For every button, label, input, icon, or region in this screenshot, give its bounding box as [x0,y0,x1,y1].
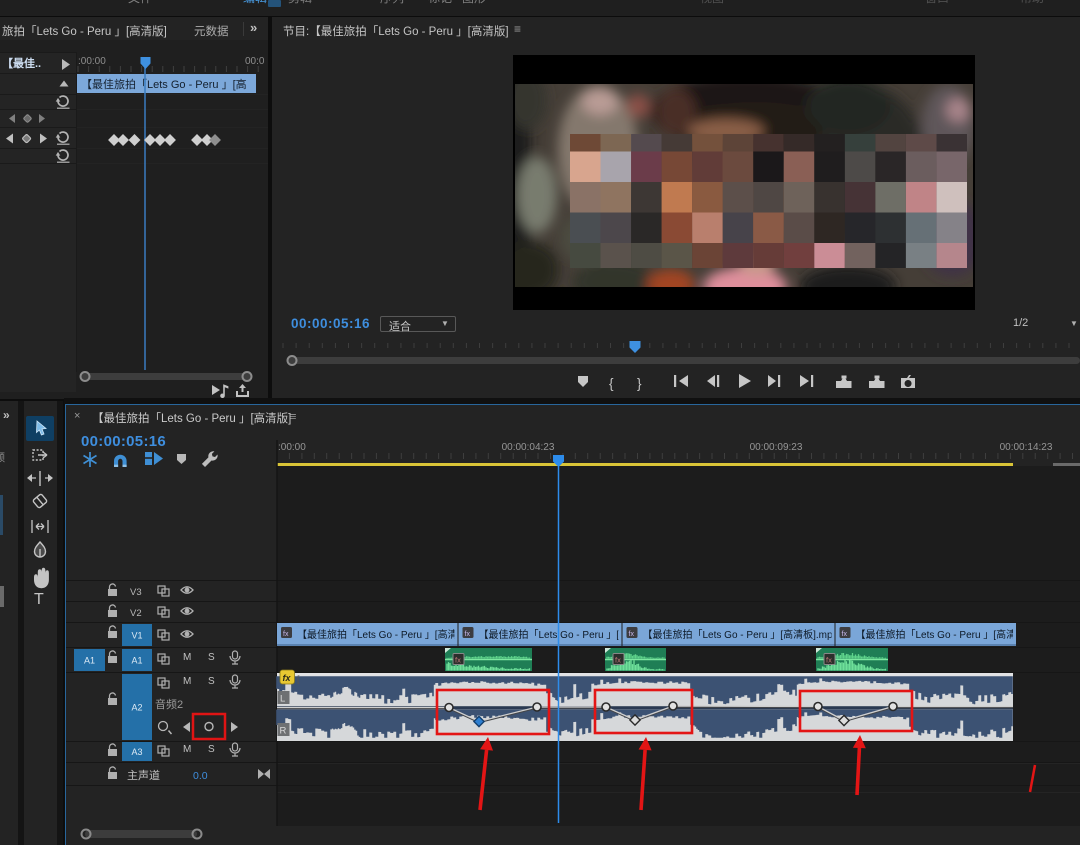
svg-text:A1: A1 [131,656,142,666]
svg-text:A2: A2 [131,703,142,713]
svg-text:音频2: 音频2 [155,697,183,711]
svg-text:{: { [609,376,614,391]
svg-text:【最佳旅拍「Lets Go - Peru 」[高清版: 【最佳旅拍「Lets Go - Peru 」[高清版 [297,628,468,641]
svg-text:A3: A3 [131,747,142,757]
svg-text:S: S [208,744,215,755]
svg-text:【最佳旅拍「Lets Go - Peru 」[高: 【最佳旅拍「Lets Go - Peru 」[高 [81,77,247,91]
svg-text:0.0: 0.0 [193,770,208,782]
svg-text:00:00:14:23: 00:00:14:23 [1000,442,1053,453]
svg-text:主声道: 主声道 [127,768,160,782]
svg-text:S: S [208,652,215,663]
svg-text:【最佳旅拍「Lets Go - Peru 」[高: 【最佳旅拍「Lets Go - Peru 」[高 [479,628,630,641]
svg-text:fx: fx [283,673,292,683]
svg-text:fx: fx [615,656,621,665]
svg-text:R: R [280,726,287,737]
svg-text:fx: fx [283,631,289,638]
svg-text:00:00:04:23: 00:00:04:23 [502,442,555,453]
svg-text:V1: V1 [131,631,142,641]
svg-text:M: M [183,744,191,755]
svg-text:【最佳..: 【最佳.. [2,56,41,70]
svg-text:【最佳旅拍「Lets Go - Peru 」[高清柩: 【最佳旅拍「Lets Go - Peru 」[高清柩 [856,628,1027,641]
svg-text:fx: fx [826,656,832,665]
svg-text:V2: V2 [130,608,142,619]
svg-text:00:0: 00:0 [245,56,265,67]
svg-text:}: } [637,376,642,391]
svg-text:M: M [183,676,191,687]
svg-text::00:00: :00:00 [278,442,306,453]
svg-text:【最佳旅拍「Lets Go - Peru 」[高清板].mp: 【最佳旅拍「Lets Go - Peru 」[高清板].mp4 [643,628,839,641]
svg-text:fx: fx [455,656,461,665]
svg-text:L: L [280,694,285,705]
svg-text:T: T [34,591,44,608]
svg-text:fx: fx [842,631,848,638]
svg-text:M: M [183,652,191,663]
svg-text:A1: A1 [84,656,95,666]
svg-text:V3: V3 [130,587,142,598]
svg-text:00:00:09:23: 00:00:09:23 [750,442,803,453]
svg-text::00:00: :00:00 [78,56,106,67]
svg-text:fx: fx [629,631,635,638]
svg-text:fx: fx [465,631,471,638]
svg-text:S: S [208,676,215,687]
